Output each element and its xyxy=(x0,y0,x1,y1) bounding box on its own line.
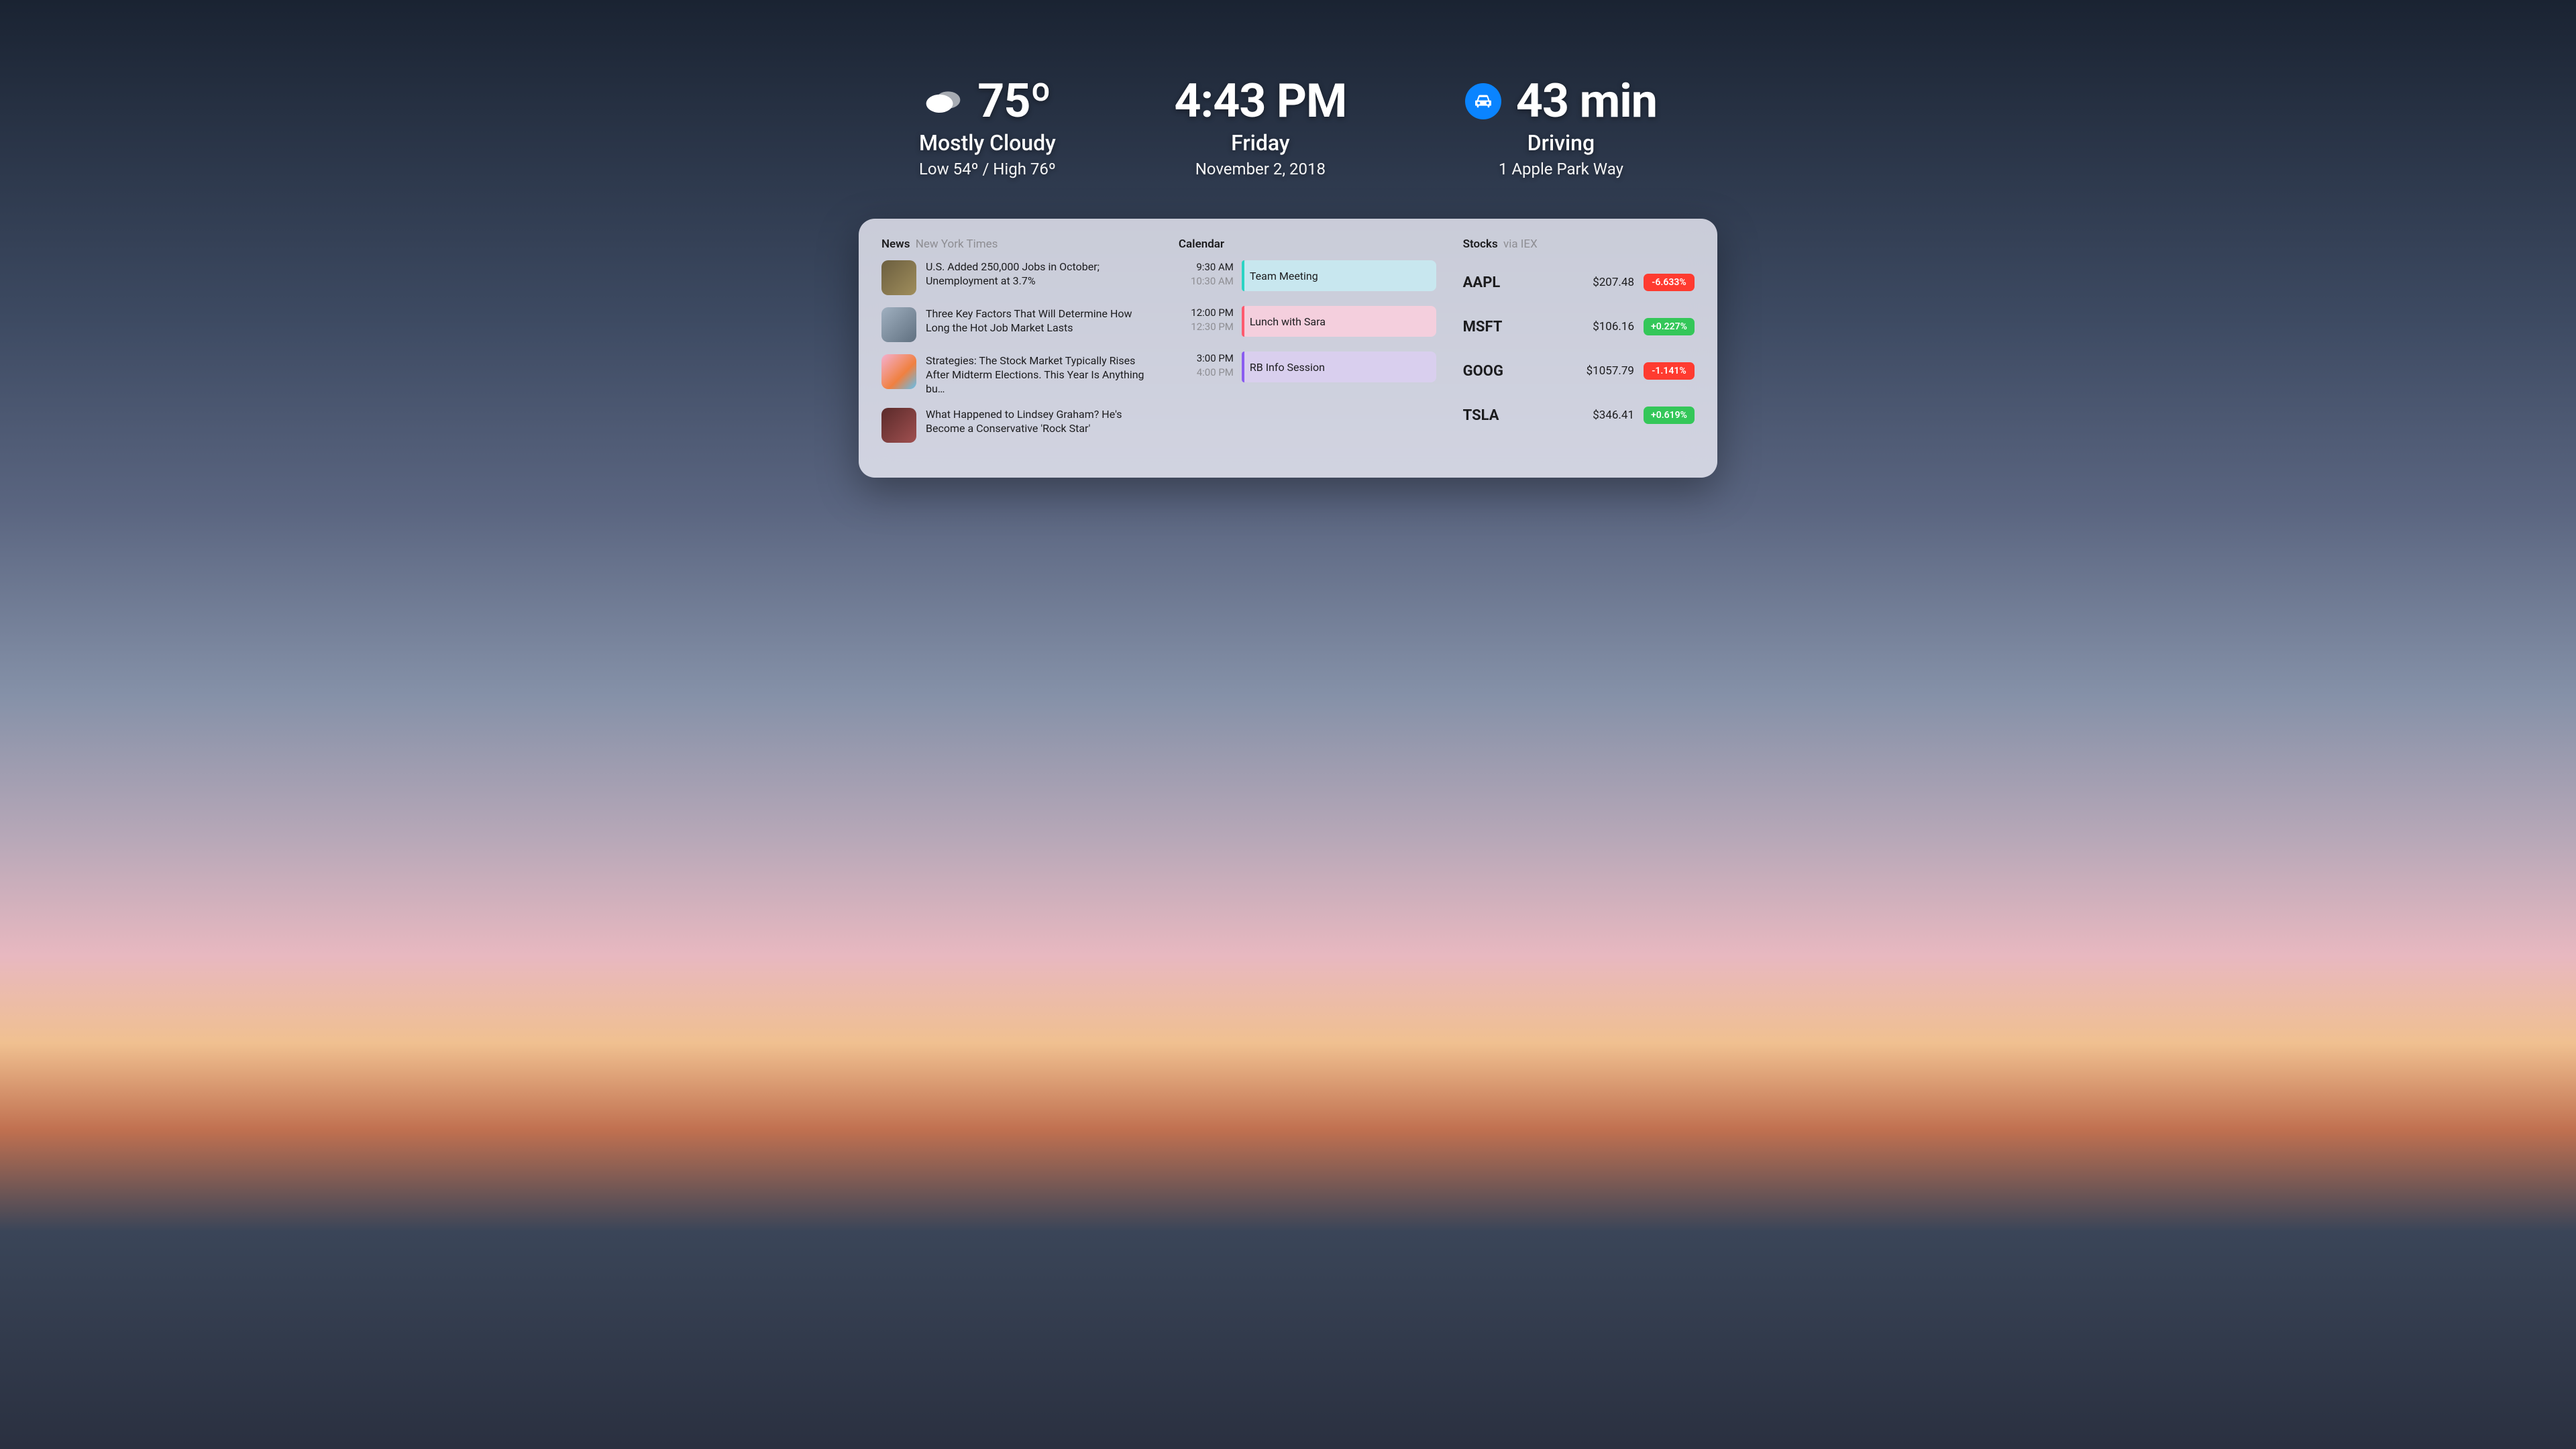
calendar-header: Calendar xyxy=(1179,237,1436,251)
stock-row[interactable]: TSLA $346.41 +0.619% xyxy=(1463,393,1695,437)
news-headline: What Happened to Lindsey Graham? He's Be… xyxy=(926,408,1152,443)
event-times: 9:30 AM10:30 AM xyxy=(1179,260,1234,291)
news-item[interactable]: Strategies: The Stock Market Typically R… xyxy=(881,354,1152,396)
news-column: News New York Times U.S. Added 250,000 J… xyxy=(881,237,1152,455)
event-start: 9:30 AM xyxy=(1179,260,1234,274)
header-row: 75º Mostly Cloudy Low 54º / High 76º 4:4… xyxy=(859,0,1717,178)
news-thumbnail xyxy=(881,354,916,389)
clock-block[interactable]: 4:43 PM Friday November 2, 2018 xyxy=(1174,74,1346,178)
calendar-column: Calendar 9:30 AM10:30 AM Team Meeting 12:0… xyxy=(1179,237,1436,455)
commute-duration: 43 min xyxy=(1516,74,1657,129)
clock-day: Friday xyxy=(1231,130,1289,156)
stock-change-badge: +0.619% xyxy=(1644,407,1695,424)
news-item[interactable]: What Happened to Lindsey Graham? He's Be… xyxy=(881,408,1152,443)
weather-range: Low 54º / High 76º xyxy=(919,160,1056,178)
calendar-event[interactable]: 12:00 PM12:30 PM Lunch with Sara xyxy=(1179,306,1436,337)
stocks-header: Stocks via IEX xyxy=(1463,237,1695,251)
stock-price: $346.41 xyxy=(1593,409,1634,422)
commute-mode: Driving xyxy=(1527,130,1595,156)
info-card: News New York Times U.S. Added 250,000 J… xyxy=(859,219,1717,478)
event-start: 3:00 PM xyxy=(1179,352,1234,366)
stock-row[interactable]: GOOG $1057.79 -1.141% xyxy=(1463,349,1695,393)
event-title: Lunch with Sara xyxy=(1250,315,1326,328)
event-block: RB Info Session xyxy=(1242,352,1436,382)
stock-price: $1057.79 xyxy=(1587,364,1634,378)
stocks-title: Stocks xyxy=(1463,237,1498,251)
stock-symbol: MSFT xyxy=(1463,319,1584,335)
event-times: 3:00 PM4:00 PM xyxy=(1179,352,1234,382)
news-thumbnail xyxy=(881,260,916,295)
news-item[interactable]: Three Key Factors That Will Determine Ho… xyxy=(881,307,1152,342)
event-end: 12:30 PM xyxy=(1179,320,1234,334)
weather-temp: 75º xyxy=(977,74,1051,129)
weather-block[interactable]: 75º Mostly Cloudy Low 54º / High 76º xyxy=(919,74,1056,178)
news-headline: U.S. Added 250,000 Jobs in October; Unem… xyxy=(926,260,1152,295)
news-thumbnail xyxy=(881,408,916,443)
stock-price: $207.48 xyxy=(1593,276,1634,289)
stock-change-badge: -1.141% xyxy=(1644,362,1695,380)
event-end: 4:00 PM xyxy=(1179,366,1234,380)
news-item[interactable]: U.S. Added 250,000 Jobs in October; Unem… xyxy=(881,260,1152,295)
event-times: 12:00 PM12:30 PM xyxy=(1179,306,1234,337)
event-title: RB Info Session xyxy=(1250,361,1325,374)
event-end: 10:30 AM xyxy=(1179,274,1234,288)
stock-symbol: GOOG xyxy=(1463,363,1577,380)
calendar-event[interactable]: 9:30 AM10:30 AM Team Meeting xyxy=(1179,260,1436,291)
stock-symbol: TSLA xyxy=(1463,407,1584,424)
car-icon xyxy=(1465,83,1501,119)
calendar-title: Calendar xyxy=(1179,237,1224,251)
event-block: Team Meeting xyxy=(1242,260,1436,291)
stock-row[interactable]: MSFT $106.16 +0.227% xyxy=(1463,305,1695,349)
clock-date: November 2, 2018 xyxy=(1195,160,1326,178)
stocks-provider: via IEX xyxy=(1503,237,1538,251)
stock-price: $106.16 xyxy=(1593,320,1634,333)
stock-change-badge: +0.227% xyxy=(1644,318,1695,335)
event-title: Team Meeting xyxy=(1250,270,1318,282)
calendar-event[interactable]: 3:00 PM4:00 PM RB Info Session xyxy=(1179,352,1436,382)
news-headline: Three Key Factors That Will Determine Ho… xyxy=(926,307,1152,342)
stock-row[interactable]: AAPL $207.48 -6.633% xyxy=(1463,260,1695,305)
stock-symbol: AAPL xyxy=(1463,274,1584,291)
commute-block[interactable]: 43 min Driving 1 Apple Park Way xyxy=(1465,74,1657,178)
news-title: News xyxy=(881,237,910,251)
news-headline: Strategies: The Stock Market Typically R… xyxy=(926,354,1152,396)
commute-destination: 1 Apple Park Way xyxy=(1499,160,1623,178)
stocks-column: Stocks via IEX AAPL $207.48 -6.633% MSFT $10… xyxy=(1463,237,1695,455)
event-block: Lunch with Sara xyxy=(1242,306,1436,337)
news-header: News New York Times xyxy=(881,237,1152,251)
event-start: 12:00 PM xyxy=(1179,306,1234,320)
weather-condition: Mostly Cloudy xyxy=(919,130,1056,156)
news-source: New York Times xyxy=(916,237,998,251)
cloud-icon xyxy=(924,80,963,122)
news-thumbnail xyxy=(881,307,916,342)
stock-change-badge: -6.633% xyxy=(1644,274,1695,291)
clock-time: 4:43 PM xyxy=(1174,74,1346,129)
